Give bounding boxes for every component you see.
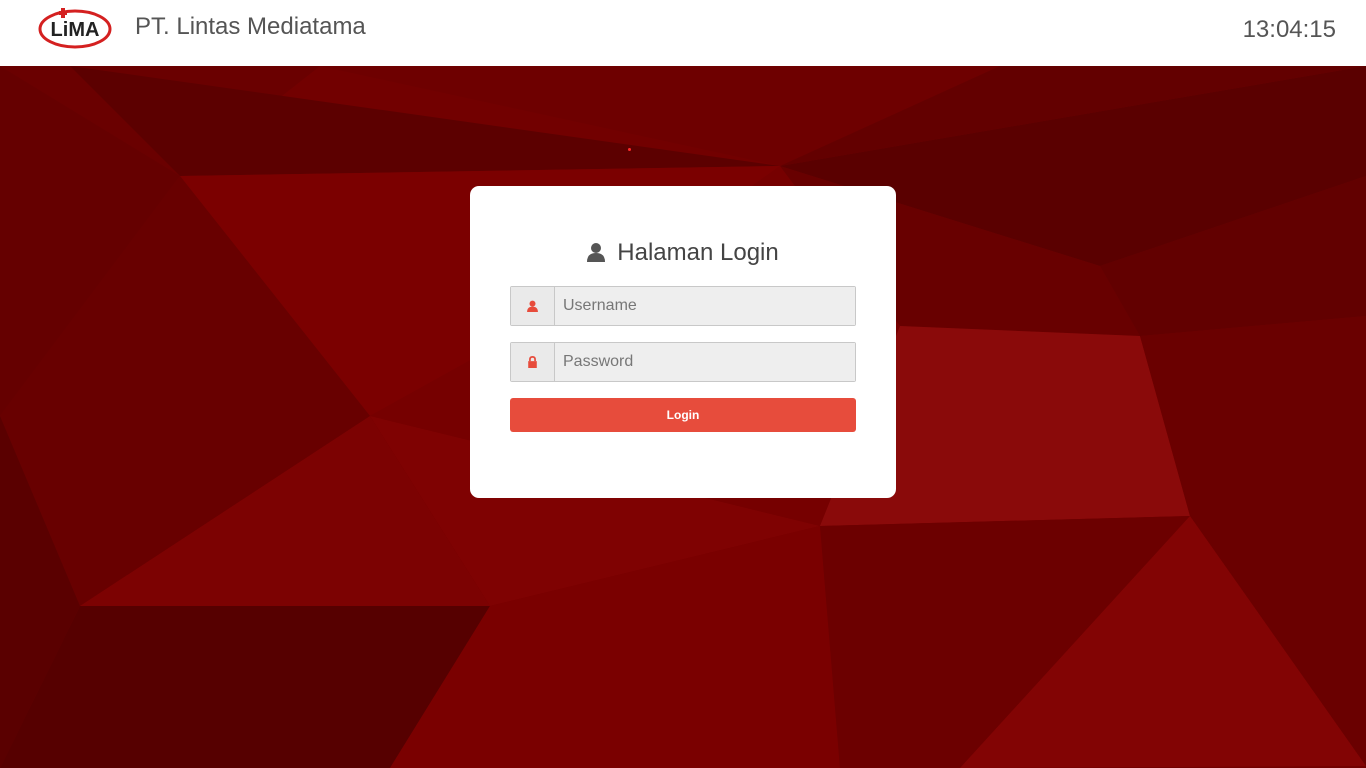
lock-icon (528, 356, 537, 368)
logo-text: LiMA (51, 19, 100, 41)
password-input[interactable] (555, 343, 855, 381)
user-icon (527, 300, 538, 312)
login-button[interactable]: Login (510, 398, 856, 432)
password-addon (511, 343, 555, 381)
company-name: PT. Lintas Mediatama (135, 13, 366, 40)
login-title: Halaman Login (470, 238, 896, 268)
login-card: Halaman Login Login (470, 186, 896, 498)
company-logo: LiMA (38, 8, 112, 49)
username-input[interactable] (555, 287, 855, 325)
decorative-dot (628, 148, 631, 151)
user-icon (587, 243, 606, 262)
username-addon (511, 287, 555, 325)
username-field (510, 286, 856, 326)
top-header: LiMA PT. Lintas Mediatama 13:04:15 (0, 0, 1366, 66)
password-field (510, 342, 856, 382)
clock: 13:04:15 (1242, 16, 1336, 43)
login-title-text: Halaman Login (617, 239, 779, 266)
